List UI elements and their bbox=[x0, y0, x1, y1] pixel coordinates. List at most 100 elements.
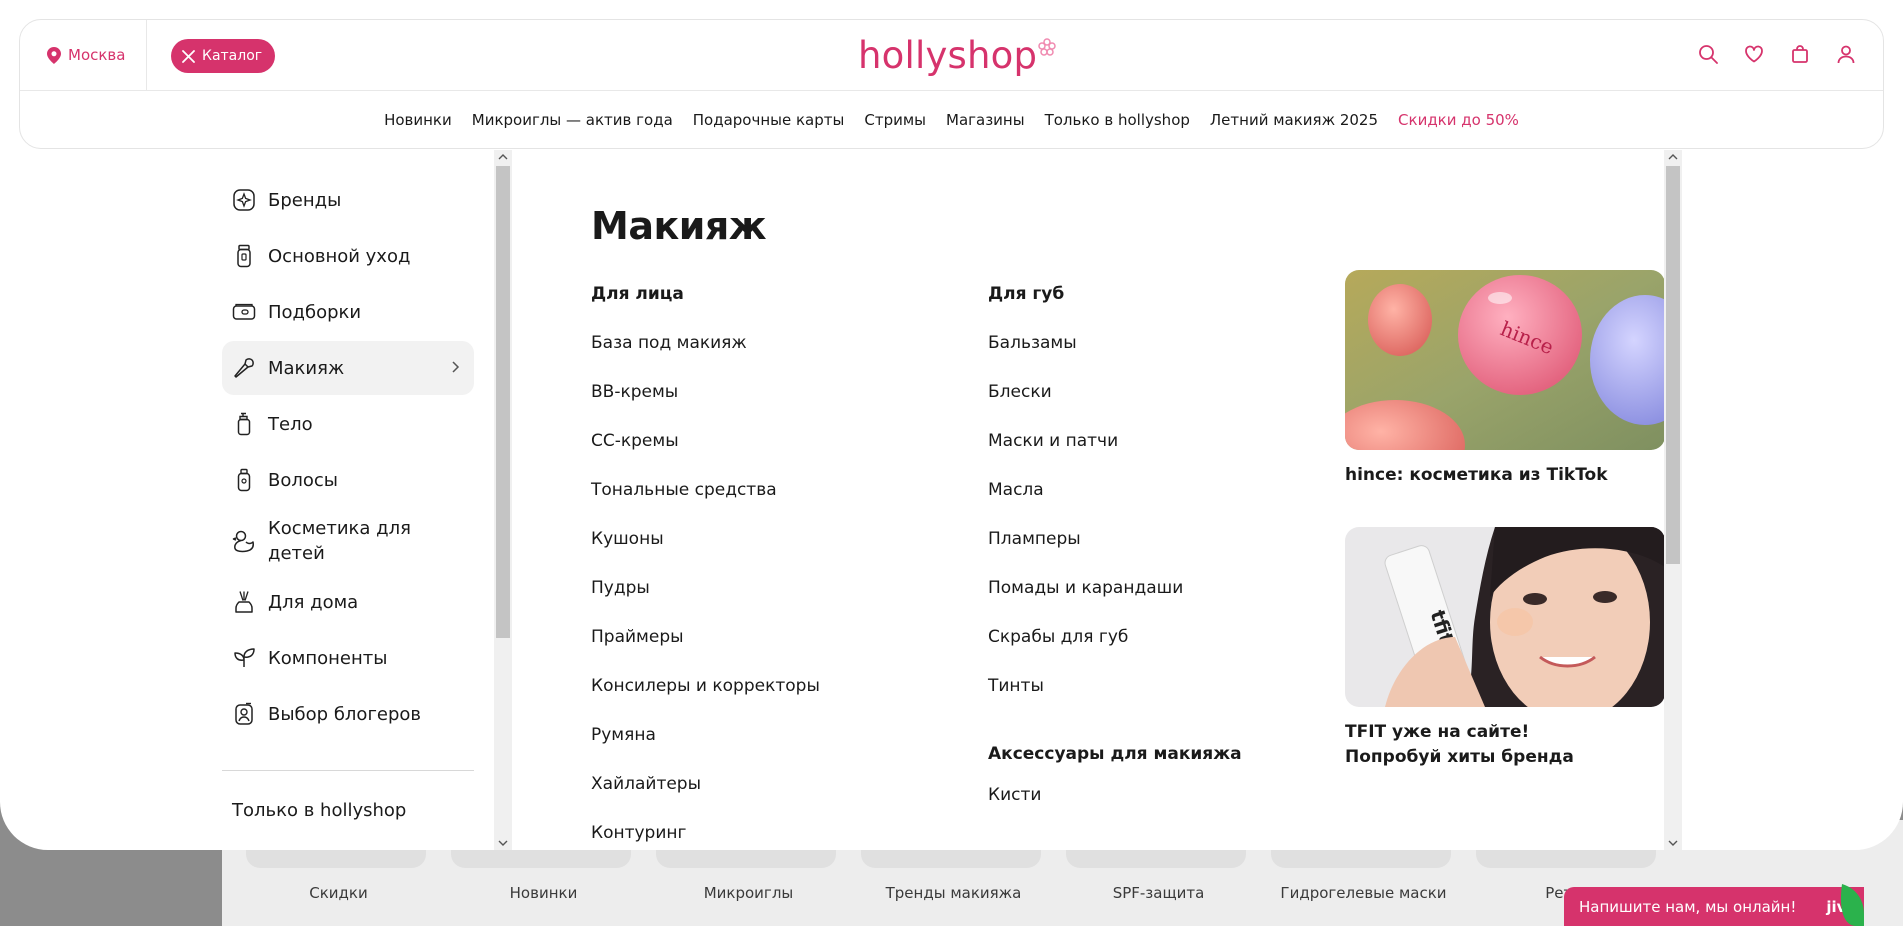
sidebar-item-body[interactable]: Тело bbox=[222, 397, 474, 451]
hollyshop-logo[interactable]: hollyshop bbox=[858, 34, 1056, 77]
scroll-down-arrow-icon[interactable] bbox=[497, 838, 509, 848]
nav-link-new[interactable]: Новинки bbox=[384, 111, 452, 129]
hince-lip-balls-image: hince bbox=[1345, 270, 1665, 450]
flower-icon bbox=[1038, 38, 1056, 56]
nav-link-streams[interactable]: Стримы bbox=[864, 111, 926, 129]
sidebar-item-kids[interactable]: Косметика для детей bbox=[222, 509, 474, 573]
sidebar-item-label: Тело bbox=[268, 413, 313, 435]
promo-image-hince[interactable]: hince bbox=[1345, 270, 1665, 450]
catalog-sidebar: Бренды Основной уход Подборки Макияж Тел… bbox=[222, 150, 494, 850]
nav-link-exclusive[interactable]: Только в hollyshop bbox=[1045, 111, 1190, 129]
face-link[interactable]: Пудры bbox=[591, 578, 820, 627]
sidebar-item-label: Компоненты bbox=[268, 647, 388, 669]
lips-link[interactable]: Скрабы для губ bbox=[988, 627, 1242, 676]
sidebar-item-bloggers[interactable]: Выбор блогеров bbox=[222, 687, 474, 741]
home-diffuser-icon bbox=[232, 590, 256, 614]
lips-link[interactable]: Блески bbox=[988, 382, 1242, 431]
favorites-heart-icon[interactable] bbox=[1744, 44, 1764, 64]
nav-link-gift-cards[interactable]: Подарочные карты bbox=[693, 111, 845, 129]
cart-bag-icon[interactable] bbox=[1790, 44, 1810, 64]
nav-link-sale[interactable]: Скидки до 50% bbox=[1398, 111, 1519, 129]
sidebar-item-skincare[interactable]: Основной уход bbox=[222, 229, 474, 283]
nav-link-summer-makeup[interactable]: Летний макияж 2025 bbox=[1210, 111, 1378, 129]
collections-icon bbox=[232, 300, 256, 324]
tfit-model-image: tfit bbox=[1345, 527, 1665, 707]
header-divider bbox=[146, 20, 147, 91]
face-link[interactable]: Праймеры bbox=[591, 627, 820, 676]
nav-link-stores[interactable]: Магазины bbox=[946, 111, 1025, 129]
face-link[interactable]: Кушоны bbox=[591, 529, 820, 578]
catalog-overlay: Москва Каталог hollyshop Новинки Микроиг… bbox=[0, 0, 1903, 850]
background-category[interactable]: Микроиглы bbox=[646, 884, 851, 902]
lips-link[interactable]: Маски и патчи bbox=[988, 431, 1242, 480]
scroll-up-arrow-icon[interactable] bbox=[1667, 152, 1679, 162]
content-scrollbar[interactable] bbox=[1664, 150, 1682, 850]
content-scrollbar-thumb[interactable] bbox=[1666, 166, 1680, 564]
leaf-icon bbox=[232, 646, 256, 670]
promo-caption[interactable]: TFIT уже на сайте! Попробуй хиты бренда bbox=[1345, 720, 1665, 770]
background-category[interactable]: Скидки bbox=[236, 884, 441, 902]
catalog-label: Каталог bbox=[202, 48, 263, 64]
sidebar-scrollbar[interactable] bbox=[494, 150, 512, 850]
background-category[interactable]: Тренды макияжа bbox=[851, 884, 1056, 902]
face-link[interactable]: Хайлайтеры bbox=[591, 774, 820, 823]
hair-bottle-icon bbox=[232, 468, 256, 492]
promo-card-hince[interactable]: hince hince: косметика из TikTok bbox=[1345, 270, 1665, 488]
lips-column: Для губ Бальзамы Блески Маски и патчи Ма… bbox=[988, 284, 1242, 834]
face-link[interactable]: BB-кремы bbox=[591, 382, 820, 431]
face-column: Для лица База под макияж BB-кремы CC-кре… bbox=[591, 284, 820, 850]
chat-label: Напишите нам, мы онлайн! bbox=[1579, 897, 1797, 916]
sidebar-item-home[interactable]: Для дома bbox=[222, 575, 474, 629]
face-link[interactable]: Тональные средства bbox=[591, 480, 820, 529]
sidebar-item-label: Выбор блогеров bbox=[268, 703, 422, 725]
lips-link[interactable]: Тинты bbox=[988, 676, 1242, 725]
lips-link[interactable]: Масла bbox=[988, 480, 1242, 529]
sidebar-item-components[interactable]: Компоненты bbox=[222, 631, 474, 685]
background-category[interactable]: SPF-защита bbox=[1056, 884, 1261, 902]
promo-image-tfit[interactable]: tfit bbox=[1345, 527, 1665, 707]
nav-link-microneedles[interactable]: Микроиглы — актив года bbox=[472, 111, 673, 129]
sidebar-item-collections[interactable]: Подборки bbox=[222, 285, 474, 339]
background-category[interactable]: Гидрогелевые маски bbox=[1261, 884, 1466, 902]
scroll-down-arrow-icon[interactable] bbox=[1667, 838, 1679, 848]
search-icon[interactable] bbox=[1698, 44, 1718, 64]
sidebar-link-only-in-hollyshop[interactable]: Только в hollyshop bbox=[232, 800, 406, 821]
promo-card-tfit[interactable]: tfit TFIT уже на сайте! Попробуй хиты бр… bbox=[1345, 527, 1665, 770]
lips-link[interactable]: Помады и карандаши bbox=[988, 578, 1242, 627]
promo-caption[interactable]: hince: косметика из TikTok bbox=[1345, 463, 1665, 488]
scroll-up-arrow-icon[interactable] bbox=[497, 152, 509, 162]
face-link[interactable]: Румяна bbox=[591, 725, 820, 774]
chat-widget-button[interactable]: Напишите нам, мы онлайн! jivo bbox=[1564, 887, 1864, 926]
logo-text: hollyshop bbox=[858, 34, 1038, 77]
sidebar-item-label: Для дома bbox=[268, 591, 359, 613]
face-link[interactable]: Консилеры и корректоры bbox=[591, 676, 820, 725]
sidebar-item-hair[interactable]: Волосы bbox=[222, 453, 474, 507]
location-pin-icon bbox=[47, 46, 61, 64]
blogger-icon bbox=[232, 702, 256, 726]
sidebar-item-label: Основной уход bbox=[268, 245, 411, 267]
face-link[interactable]: Контуринг bbox=[591, 823, 820, 850]
body-lotion-icon bbox=[232, 412, 256, 436]
lips-link[interactable]: Пламперы bbox=[988, 529, 1242, 578]
background-category[interactable]: Новинки bbox=[441, 884, 646, 902]
sidebar-item-makeup[interactable]: Макияж bbox=[222, 341, 474, 395]
sidebar-scrollbar-thumb[interactable] bbox=[496, 166, 510, 638]
makeup-brush-icon bbox=[232, 356, 256, 380]
jivo-leaf-icon bbox=[1840, 884, 1864, 926]
lips-heading: Для губ bbox=[988, 284, 1065, 304]
catalog-close-button[interactable]: Каталог bbox=[171, 39, 276, 73]
lips-link[interactable]: Бальзамы bbox=[988, 333, 1242, 382]
header-top-bar: Москва Каталог hollyshop bbox=[20, 20, 1883, 91]
city-selector[interactable]: Москва bbox=[47, 46, 125, 64]
main-nav: Новинки Микроиглы — актив года Подарочны… bbox=[20, 91, 1883, 149]
sidebar-item-label: Макияж bbox=[268, 357, 345, 379]
face-link[interactable]: CC-кремы bbox=[591, 431, 820, 480]
face-link[interactable]: База под макияж bbox=[591, 333, 820, 382]
sidebar-item-label: Подборки bbox=[268, 301, 362, 323]
section-title: Макияж bbox=[591, 204, 767, 248]
sidebar-item-brands[interactable]: Бренды bbox=[222, 173, 474, 227]
site-header: Москва Каталог hollyshop Новинки Микроиг… bbox=[19, 19, 1884, 149]
accessories-link[interactable]: Кисти bbox=[988, 785, 1242, 834]
user-profile-icon[interactable] bbox=[1836, 44, 1856, 64]
close-icon bbox=[182, 49, 195, 63]
